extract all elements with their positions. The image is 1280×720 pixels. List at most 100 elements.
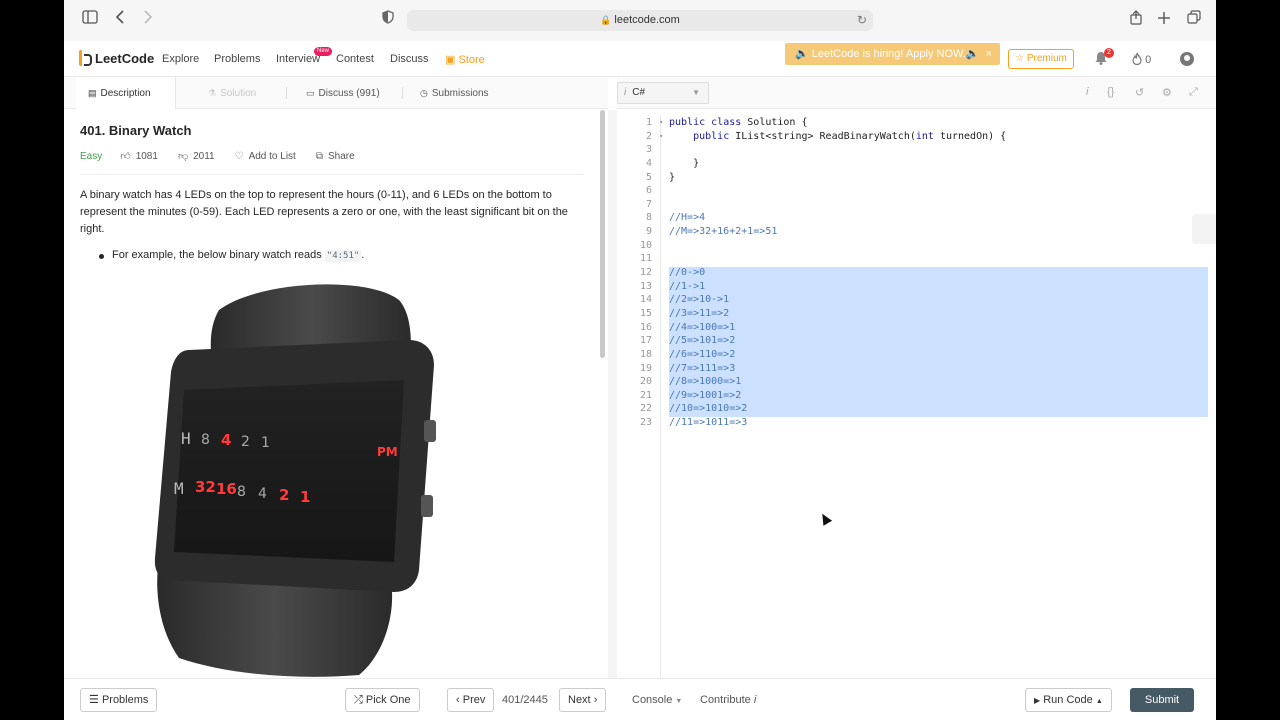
braces-icon[interactable]: {} <box>1107 86 1114 98</box>
code-line[interactable]: } <box>669 171 1209 185</box>
nav-interview[interactable]: Interview <box>276 53 320 65</box>
hiring-text: 🔈 LeetCode is hiring! Apply NOW.🔈 <box>795 48 980 60</box>
close-icon[interactable]: × <box>986 43 992 65</box>
line-number: 11 <box>639 253 652 265</box>
code-line[interactable]: //H=>4 <box>669 211 1209 225</box>
fold-icon[interactable]: ▾ <box>659 130 663 144</box>
language-value: C# <box>632 87 646 98</box>
share-button[interactable]: ⧉ Share <box>316 151 355 162</box>
like-button[interactable]: 👍︎ 1081 <box>120 150 158 163</box>
console-toggle[interactable]: Console ▼ <box>632 694 682 706</box>
back-icon[interactable] <box>110 10 130 30</box>
line-number: 17 <box>639 335 652 347</box>
top-nav: LeetCode Explore Problems Interview New … <box>64 41 1216 77</box>
reload-icon[interactable]: ↻ <box>857 10 867 31</box>
next-button[interactable]: Next › <box>559 688 607 712</box>
problems-button[interactable]: ☰ Problems <box>80 688 158 712</box>
code-area[interactable]: public class Solution { public IList<str… <box>669 116 1209 430</box>
avatar[interactable] <box>1180 52 1194 66</box>
line-number: 23 <box>639 417 652 429</box>
code-line[interactable] <box>669 198 1209 212</box>
code-line[interactable]: //2=>10->1 <box>669 293 1209 307</box>
code-line[interactable] <box>669 143 1209 157</box>
code-line[interactable]: //M=>32+16+2+1=>51 <box>669 225 1209 239</box>
code-line[interactable]: //5=>101=>2 <box>669 334 1209 348</box>
reset-icon[interactable]: ↺ <box>1135 86 1144 99</box>
run-code-button[interactable]: ▶ Run Code ▲ <box>1025 688 1112 712</box>
code-line[interactable]: public IList<string> ReadBinaryWatch(int… <box>669 130 1209 144</box>
settings-icon[interactable]: ⚙ <box>1162 86 1172 99</box>
code-line[interactable]: //11=>1011=>3 <box>669 416 1209 430</box>
watch-led: 1 <box>261 435 270 451</box>
nav-discuss[interactable]: Discuss <box>390 53 429 65</box>
nav-contest[interactable]: Contest <box>336 53 374 65</box>
submit-button[interactable]: Submit <box>1130 688 1194 712</box>
code-line[interactable] <box>669 252 1209 266</box>
code-line[interactable]: public class Solution { <box>669 116 1209 130</box>
line-number: 7 <box>645 198 652 210</box>
sidebar-toggle-icon[interactable] <box>80 10 100 30</box>
nav-problems[interactable]: Problems <box>214 53 260 65</box>
info-icon[interactable]: i <box>1086 86 1088 98</box>
code-line[interactable]: //8=>1000=>1 <box>669 375 1209 389</box>
share-label: Share <box>327 150 355 162</box>
add-to-list-button[interactable]: ♡ Add to List <box>235 151 296 162</box>
tab-description[interactable]: ▤ Description <box>76 77 176 109</box>
tab-discuss[interactable]: ▭ Discuss (991) <box>294 77 392 109</box>
share-browser-icon[interactable] <box>1126 10 1146 30</box>
flame-icon <box>1132 52 1145 66</box>
new-tab-icon[interactable] <box>1154 10 1174 30</box>
pick-one-button[interactable]: ⤮ Pick One <box>345 688 420 712</box>
code-line[interactable]: //10=>1010=>2 <box>669 402 1209 416</box>
shuffle-icon: ⤮ <box>354 694 363 706</box>
problem-description-panel: 401. Binary Watch Easy 👍︎ 1081 👎︎ 2011 ♡ Ad… <box>64 110 607 678</box>
code-line[interactable]: //9=>1001=>2 <box>669 389 1209 403</box>
fullscreen-icon[interactable]: ⤢ <box>1189 86 1198 99</box>
forward-icon[interactable] <box>138 10 158 30</box>
line-number: 10 <box>639 239 652 251</box>
nav-explore[interactable]: Explore <box>162 53 199 65</box>
prev-button[interactable]: ‹ Prev <box>447 688 495 712</box>
panel-splitter[interactable] <box>608 110 617 678</box>
code-line[interactable] <box>669 239 1209 253</box>
hiring-banner[interactable]: 🔈 LeetCode is hiring! Apply NOW.🔈 × <box>785 43 1000 65</box>
new-badge: New <box>314 47 333 56</box>
points-counter[interactable]: 0 <box>1132 52 1151 66</box>
line-number: 22 <box>639 403 652 415</box>
chevron-left-icon: ‹ <box>456 694 460 706</box>
code-line[interactable]: //1->1 <box>669 280 1209 294</box>
tabs-overview-icon[interactable] <box>1184 10 1204 30</box>
code-line[interactable]: //3=>11=>2 <box>669 307 1209 321</box>
problem-description: A binary watch has 4 LEDs on the top to … <box>80 189 568 235</box>
shield-icon[interactable] <box>378 10 398 30</box>
language-select[interactable]: i C# ▼ <box>617 82 709 104</box>
tab-submissions[interactable]: ◷ Submissions <box>408 77 501 109</box>
line-number: 1 ▾ <box>645 116 663 130</box>
browser-toolbar: 🔒 leetcode.com ↻ <box>64 0 1216 41</box>
tab-solution[interactable]: ⚗ Solution <box>196 77 268 109</box>
code-line[interactable] <box>669 184 1209 198</box>
leetcode-logo[interactable]: LeetCode <box>79 50 154 66</box>
premium-button[interactable]: ☆ Premium <box>1008 49 1074 69</box>
code-line[interactable]: //0->0 <box>669 266 1209 280</box>
description-scrollbar[interactable] <box>600 110 605 358</box>
fold-icon[interactable]: ▾ <box>659 116 663 130</box>
code-line[interactable]: //7=>111=>3 <box>669 362 1209 376</box>
side-panel-handle[interactable] <box>1192 214 1216 244</box>
code-line[interactable]: //4=>100=>1 <box>669 321 1209 335</box>
example-bullet: For example, the below binary watch read… <box>98 249 364 262</box>
code-line[interactable]: //6=>110=>2 <box>669 348 1209 362</box>
dislike-button[interactable]: 👎︎ 2011 <box>178 150 215 163</box>
notification-count-badge: 2 <box>1104 48 1114 58</box>
line-number: 15 <box>639 307 652 319</box>
contribute-link[interactable]: Contribute i <box>700 694 756 706</box>
address-bar[interactable]: 🔒 leetcode.com ↻ <box>407 10 873 31</box>
code-line[interactable]: } <box>669 157 1209 171</box>
play-icon: ▶ <box>1034 696 1041 705</box>
line-number: 4 <box>645 157 652 169</box>
tab-divider <box>286 87 287 99</box>
nav-store[interactable]: ▣ Store <box>445 53 485 66</box>
store-label: Store <box>458 54 485 66</box>
code-editor[interactable]: 1 ▾ 2 ▾ 3 4 5 6 7 8 9 10 11 12 13 14 15 16 17 18 19 20 21 22 23 … <box>617 110 1216 678</box>
difficulty-badge: Easy <box>80 150 103 162</box>
